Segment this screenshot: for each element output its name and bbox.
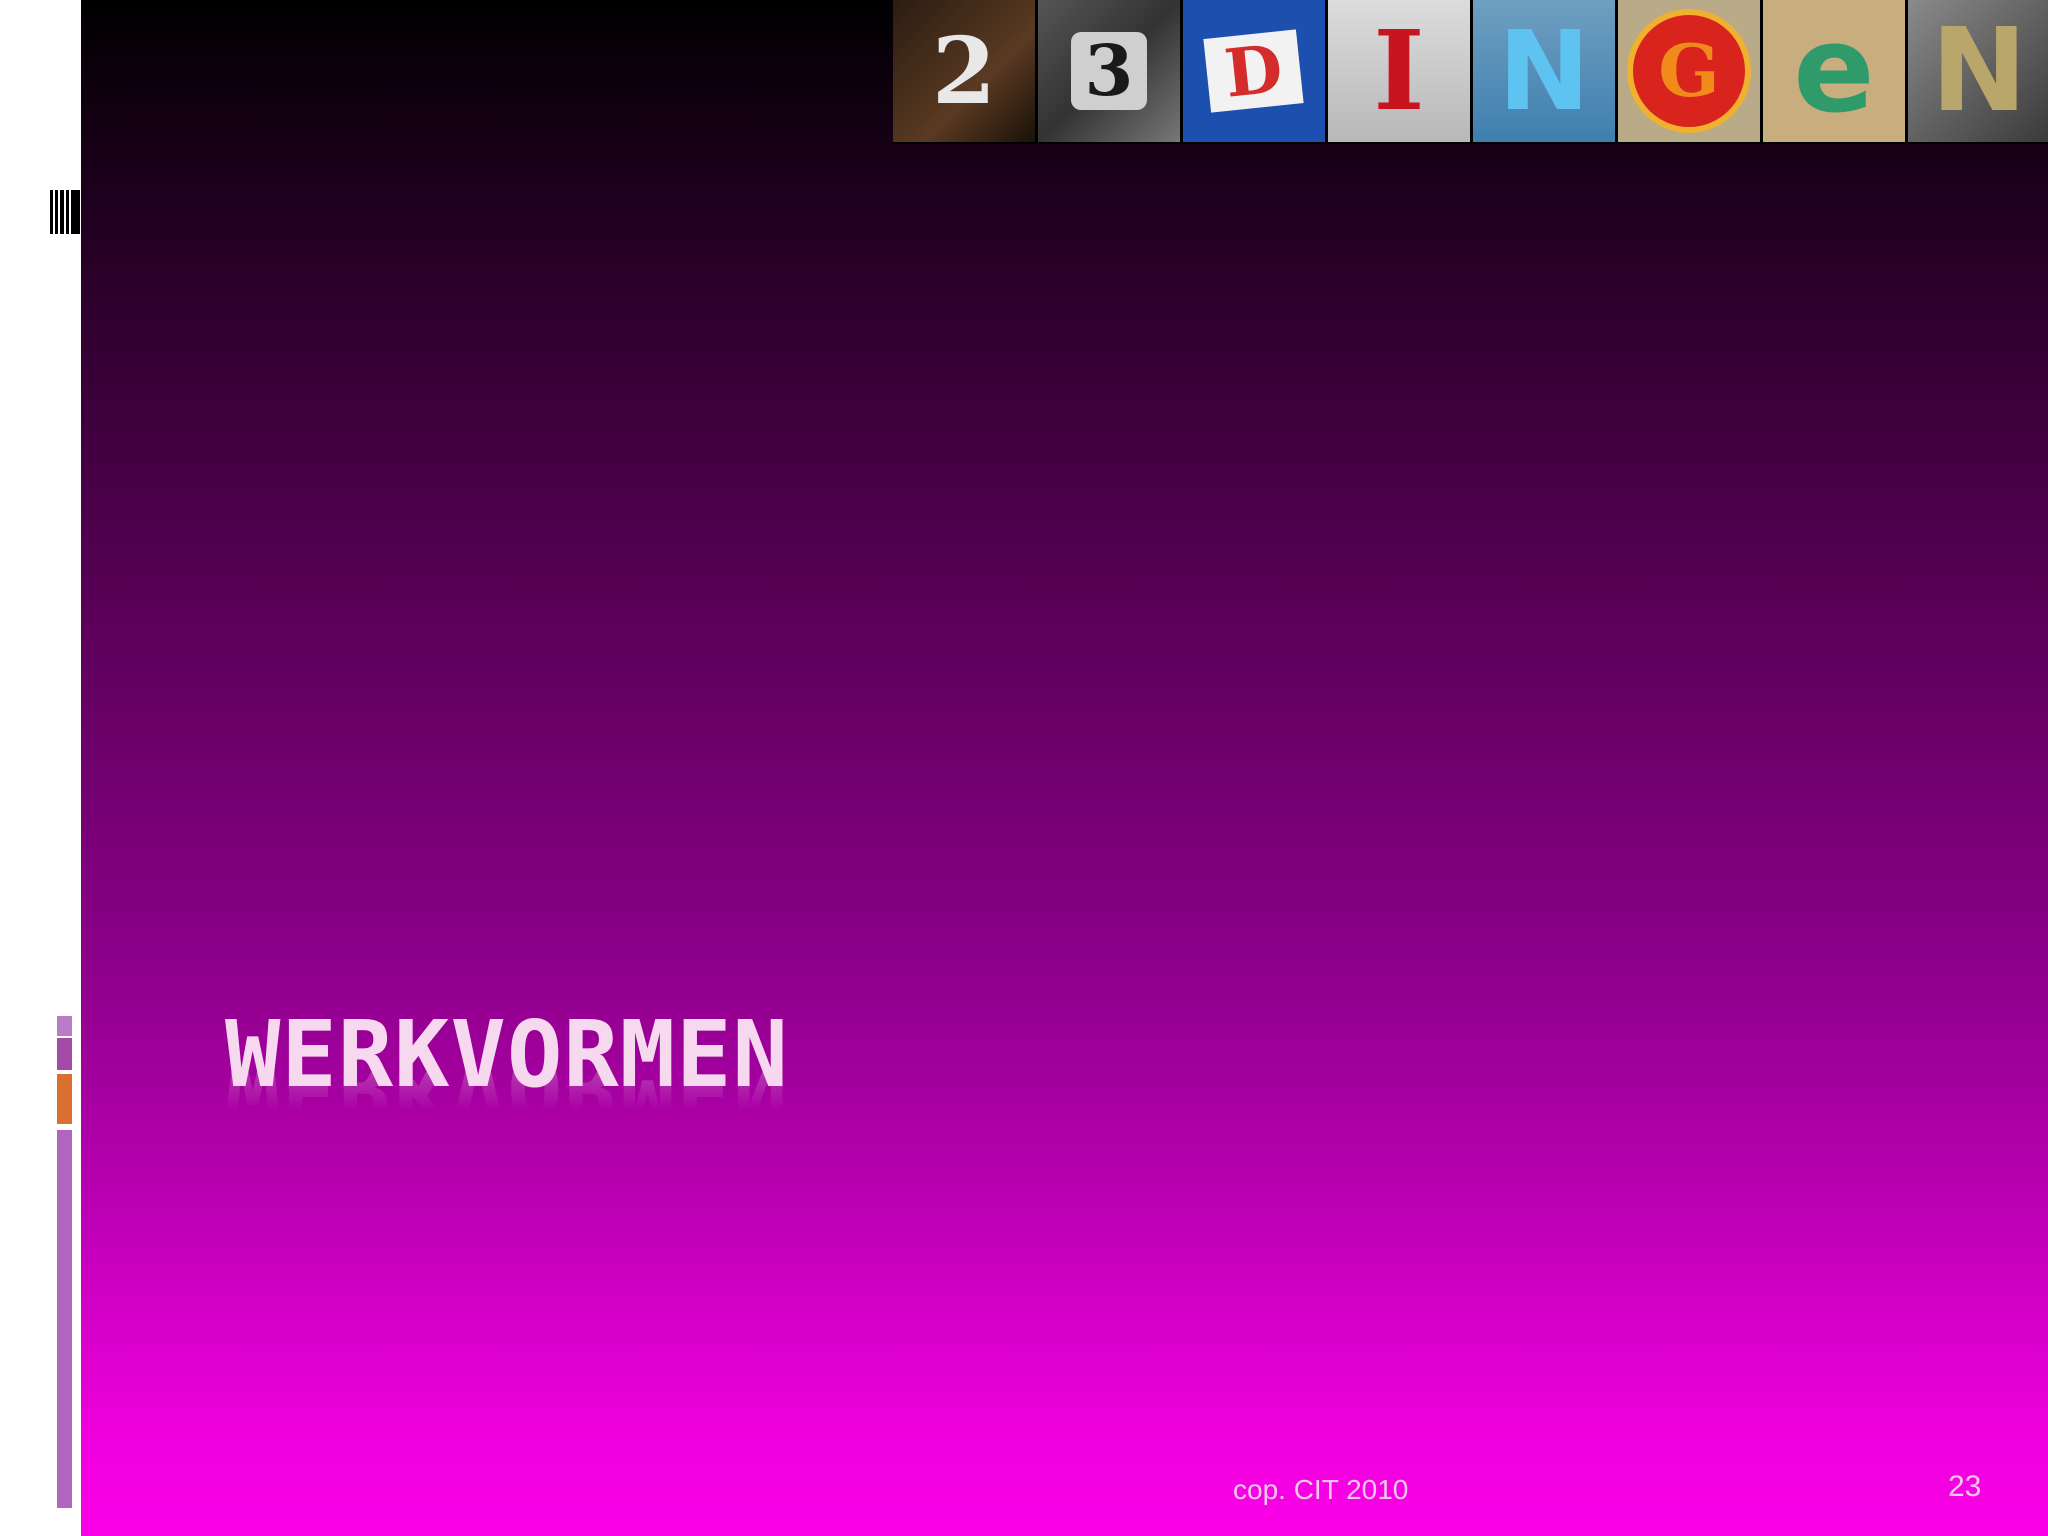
footer-copyright: cop. CIT 2010 [1233, 1474, 1409, 1505]
accent-bar-orange [57, 1074, 72, 1124]
logo-letter-strip: 2 3 D I N G e N [893, 0, 2048, 144]
logo-letter: G [1627, 9, 1751, 133]
slide-title-block: WERKVORMEN WERKVORMEN [225, 1000, 789, 1142]
slide-title-reflection: WERKVORMEN [225, 1072, 789, 1142]
logo-letter: 2 [931, 17, 996, 125]
slide-canvas [81, 0, 2048, 1536]
logo-letter: N [1497, 7, 1591, 135]
accent-bar-magenta [57, 1038, 72, 1070]
logo-tile: e [1763, 0, 1905, 142]
logo-tile: G [1618, 0, 1760, 142]
accent-bar-purple [57, 1130, 72, 1508]
logo-tile: 2 [893, 0, 1035, 142]
left-stripe-decoration [50, 190, 80, 234]
logo-letter: e [1793, 1, 1875, 140]
page-number: 23 [1948, 1470, 1982, 1503]
logo-tile: N [1473, 0, 1615, 142]
logo-letter: D [1203, 29, 1305, 113]
logo-tile: 3 [1038, 0, 1180, 142]
accent-bar-light [57, 1016, 72, 1036]
logo-tile: I [1328, 0, 1470, 142]
logo-tile: N [1908, 0, 2048, 142]
logo-letter: 3 [1070, 32, 1148, 110]
logo-tile: D [1183, 0, 1325, 142]
logo-letter: N [1930, 3, 2028, 138]
logo-letter: I [1373, 6, 1425, 135]
